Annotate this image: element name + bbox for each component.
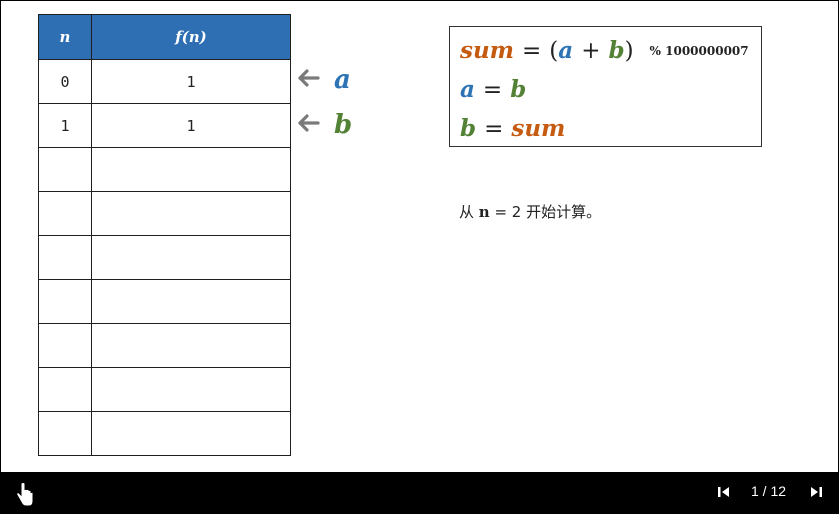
table-row: [38, 279, 291, 324]
formula-box: sum = ( a + b ) % 1000000007 a = b b = s…: [449, 26, 762, 147]
cell-fn: [91, 147, 291, 192]
note-prefix: 从: [459, 203, 479, 221]
formula-line-sum: sum = ( a + b ) % 1000000007: [460, 31, 751, 70]
cell-fn: [91, 191, 291, 236]
cell-n: 0: [38, 59, 92, 104]
skip-back-icon: [718, 487, 729, 497]
cell-fn: [91, 367, 291, 412]
table-header-row: n f(n): [38, 14, 291, 60]
slide-canvas: n f(n) 0 1 1 1 a b sum = (a + b) % 100…: [1, 1, 838, 472]
pointer-b-label: b: [334, 110, 353, 140]
cell-fn: [91, 235, 291, 280]
formula-eq: =: [522, 37, 542, 64]
formula-eq: =: [482, 76, 503, 103]
slide-frame: n f(n) 0 1 1 1 a b sum = (a + b) % 100…: [0, 0, 839, 514]
pointer-b: b: [298, 110, 352, 140]
formula-a: a: [460, 76, 475, 103]
formula-b: b: [460, 115, 477, 142]
formula-b: b: [608, 37, 625, 64]
cell-n: [38, 323, 92, 368]
first-slide-button[interactable]: [717, 484, 731, 500]
cell-fn: 1: [91, 103, 291, 148]
cell-n: 1: [38, 103, 92, 148]
formula-eq: =: [484, 115, 504, 142]
cell-fn: 1: [91, 59, 291, 104]
hand-cursor-icon[interactable]: [15, 482, 35, 507]
cell-n: [38, 235, 92, 280]
cell-fn: [91, 279, 291, 324]
table-row: 0 1: [38, 59, 291, 104]
cell-n: [38, 367, 92, 412]
arrow-left-icon: [298, 113, 328, 138]
formula-plus: +: [581, 37, 601, 64]
table-row: [38, 323, 291, 368]
note-var: n: [478, 203, 490, 221]
cell-n: [38, 411, 92, 456]
formula-b: b: [510, 76, 527, 103]
formula-rparen: ): [624, 37, 634, 64]
table-row: [38, 235, 291, 280]
step-note: 从 n = 2 开始计算。: [459, 201, 601, 222]
table-row: [38, 147, 291, 192]
pointer-a: a: [298, 65, 351, 95]
cell-n: [38, 191, 92, 236]
arrow-left-icon: [298, 68, 328, 93]
pointer-a-label: a: [334, 65, 351, 95]
table-row: [38, 191, 291, 236]
table-row: [38, 367, 291, 412]
last-slide-button[interactable]: [809, 484, 823, 500]
table-row: [38, 411, 291, 456]
cell-fn: [91, 411, 291, 456]
formula-sum: sum: [511, 115, 566, 142]
header-n: n: [38, 14, 92, 60]
cell-n: [38, 147, 92, 192]
cell-n: [38, 279, 92, 324]
header-fn: f(n): [91, 14, 291, 60]
page-indicator: 1 / 12: [751, 483, 787, 499]
dp-table: n f(n) 0 1 1 1: [38, 14, 291, 456]
formula-line-a: a = b: [460, 70, 751, 109]
note-suffix: = 2 开始计算。: [489, 203, 602, 221]
skip-forward-icon: [811, 487, 822, 497]
cell-fn: [91, 323, 291, 368]
formula-lparen: (: [549, 37, 559, 64]
formula-mod: % 1000000007: [649, 43, 749, 58]
formula-a: a: [558, 37, 574, 64]
player-controls: 1 / 12: [1, 472, 838, 513]
formula-sum: sum: [460, 37, 515, 64]
table-row: 1 1: [38, 103, 291, 148]
formula-line-b: b = sum: [460, 109, 751, 148]
